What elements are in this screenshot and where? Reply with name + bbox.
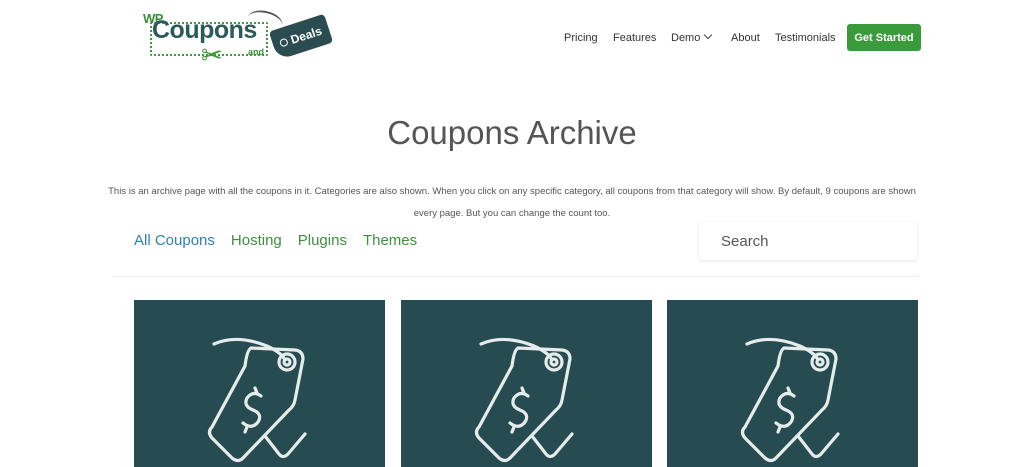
nav-item-demo-label: Demo [671, 32, 701, 44]
search-box [699, 222, 917, 260]
page-title: Coupons Archive [387, 114, 637, 151]
site-header: WP Coupons and ✂ Deals Pricing Features … [0, 0, 1024, 80]
logo-deals-text: Deals [288, 23, 324, 47]
filter-plugins[interactable]: Plugins [298, 232, 347, 249]
get-started-button[interactable]: Get Started [847, 24, 921, 51]
coupon-card[interactable] [667, 300, 918, 467]
page-description: This is an archive page with all the cou… [108, 185, 916, 219]
price-tag-dollar-icon [207, 337, 307, 463]
logo-and-text: and [248, 47, 265, 57]
tag-hole-icon [279, 37, 290, 48]
divider [112, 276, 918, 277]
price-tag-dollar-icon [474, 337, 574, 463]
filter-hosting[interactable]: Hosting [231, 232, 282, 249]
price-tag-dollar-icon [740, 337, 840, 463]
site-logo[interactable]: WP Coupons and ✂ Deals [143, 6, 334, 76]
coupon-card[interactable] [401, 300, 652, 467]
chevron-down-icon [704, 30, 713, 40]
coupon-card[interactable] [134, 300, 385, 467]
nav-item-testimonials[interactable]: Testimonials [775, 24, 836, 52]
nav-item-pricing[interactable]: Pricing [564, 24, 598, 52]
search-input[interactable] [699, 222, 917, 260]
nav-item-features[interactable]: Features [613, 24, 656, 52]
nav-item-about[interactable]: About [731, 24, 760, 52]
filter-themes[interactable]: Themes [363, 232, 417, 249]
category-filters: All Coupons Hosting Plugins Themes [134, 232, 417, 249]
filter-all-coupons[interactable]: All Coupons [134, 232, 215, 249]
nav-item-demo[interactable]: Demo [671, 24, 713, 52]
scissors-icon: ✂ [201, 40, 223, 70]
